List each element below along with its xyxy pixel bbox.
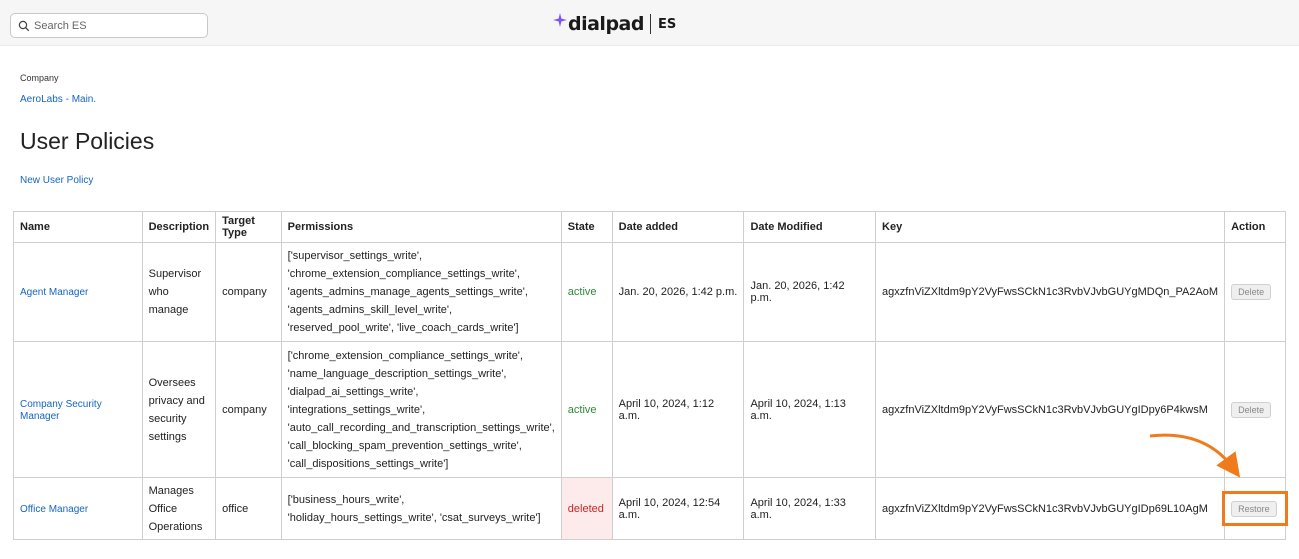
- company-label: Company: [20, 73, 59, 83]
- key-cell: agxzfnViZXltdm9pY2VyFwsSCkN1c3RvbVJvbGUY…: [875, 477, 1226, 540]
- permission-line: 'reserved_pool_write', 'live_coach_cards…: [287, 322, 519, 334]
- delete-button[interactable]: Delete: [1231, 401, 1272, 418]
- target-type-cell: office: [215, 477, 282, 540]
- permission-line: ['chrome_extension_compliance_settings_w…: [287, 349, 523, 362]
- permission-line: 'call_blocking_spam_prevention_settings_…: [287, 439, 522, 452]
- description-line: Manages: [148, 484, 194, 497]
- description-cell: Manages Office Operations: [141, 477, 217, 540]
- permission-line: 'dialpad_ai_settings_write',: [287, 385, 419, 398]
- new-user-policy-link[interactable]: New User Policy: [20, 175, 93, 186]
- user-policies-table: Name Description Target Type Permissions…: [13, 211, 1286, 540]
- header-action: Action: [1224, 211, 1286, 243]
- delete-button[interactable]: Delete: [1231, 284, 1272, 300]
- policy-name-link[interactable]: Company Security Manager: [20, 399, 102, 422]
- search-box[interactable]: [10, 13, 208, 38]
- target-type-cell: company: [215, 242, 282, 342]
- date-added-cell: Jan. 20, 2026, 1:42 p.m.: [611, 242, 745, 342]
- permission-line: 'chrome_extension_compliance_settings_wr…: [287, 268, 520, 280]
- permission-line: 'holiday_hours_settings_write', 'csat_su…: [287, 511, 541, 524]
- state-cell: active: [560, 242, 613, 342]
- description-line: security: [148, 412, 187, 425]
- name-cell: Office Manager: [13, 477, 143, 540]
- description-cell: Oversees privacy and security settings: [141, 341, 217, 478]
- header-date-modified: Date Modified: [743, 211, 877, 243]
- search-icon: [18, 20, 30, 31]
- permission-line: ['business_hours_write',: [287, 493, 405, 506]
- date-modified-cell: Jan. 20, 2026, 1:42 p.m.: [743, 242, 877, 342]
- table-row: Agent Manager Supervisor who manage comp…: [13, 242, 1286, 342]
- company-link[interactable]: AeroLabs - Main.: [20, 94, 96, 105]
- brand-wordmark: dialpad: [568, 13, 644, 35]
- permission-line: 'agents_admins_manage_agents_settings_wr…: [287, 286, 528, 298]
- header-date-added: Date added: [611, 211, 745, 243]
- action-cell: Delete: [1224, 242, 1286, 342]
- table-header-row: Name Description Target Type Permissions…: [13, 211, 1286, 243]
- date-added-cell: April 10, 2024, 12:54 a.m.: [611, 477, 745, 540]
- permission-line: 'agents_admins_skill_level_write',: [287, 304, 453, 316]
- description-line: settings: [148, 430, 187, 443]
- permission-line: ['supervisor_settings_write',: [287, 250, 423, 262]
- description-line: Oversees: [148, 376, 196, 389]
- permission-line: 'auto_call_recording_and_transcription_s…: [287, 421, 555, 434]
- header-permissions: Permissions: [280, 211, 562, 243]
- description-line: manage: [148, 304, 189, 316]
- permissions-cell: ['supervisor_settings_write', 'chrome_ex…: [280, 242, 562, 342]
- header-description: Description: [141, 211, 217, 243]
- sparkle-icon: [553, 13, 567, 27]
- description-line: Operations: [148, 520, 203, 533]
- description-line: privacy and: [148, 394, 205, 407]
- description-line: who: [148, 286, 169, 298]
- state-cell: active: [560, 341, 613, 478]
- date-modified-cell: April 10, 2024, 1:13 a.m.: [743, 341, 877, 478]
- permissions-cell: ['chrome_extension_compliance_settings_w…: [280, 341, 562, 478]
- date-modified-cell: April 10, 2024, 1:33 a.m.: [743, 477, 877, 540]
- annotation-arrow: [1149, 433, 1241, 478]
- permission-line: 'integrations_settings_write',: [287, 403, 426, 416]
- date-added-cell: April 10, 2024, 1:12 a.m.: [611, 341, 745, 478]
- page-title: User Policies: [20, 128, 155, 154]
- name-cell: Agent Manager: [13, 242, 143, 342]
- annotation-highlight-box: [1222, 491, 1288, 526]
- table-row: Company Security Manager Oversees privac…: [13, 341, 1286, 478]
- brand-divider: [649, 14, 651, 34]
- permission-line: 'name_language_description_settings_writ…: [287, 367, 507, 380]
- description-cell: Supervisor who manage: [141, 242, 217, 342]
- table-row: Office Manager Manages Office Operations…: [13, 477, 1286, 540]
- header-key: Key: [875, 211, 1226, 243]
- header-target-type: Target Type: [215, 211, 282, 243]
- policy-name-link[interactable]: Agent Manager: [20, 287, 88, 298]
- name-cell: Company Security Manager: [13, 341, 143, 478]
- search-input[interactable]: [34, 19, 204, 32]
- state-cell: deleted: [560, 477, 613, 540]
- header-state: State: [560, 211, 613, 243]
- permission-line: 'call_dispositions_settings_write']: [287, 457, 449, 470]
- policy-name-link[interactable]: Office Manager: [20, 504, 88, 515]
- header-name: Name: [13, 211, 143, 243]
- brand-suffix: ES: [657, 16, 677, 32]
- target-type-cell: company: [215, 341, 282, 478]
- description-line: Office: [148, 502, 178, 515]
- top-bar: dialpad ES: [0, 0, 1299, 46]
- brand-logo: dialpad ES: [553, 10, 676, 38]
- permissions-cell: ['business_hours_write', 'holiday_hours_…: [280, 477, 562, 540]
- description-line: Supervisor: [148, 268, 202, 280]
- key-cell: agxzfnViZXltdm9pY2VyFwsSCkN1c3RvbVJvbGUY…: [875, 242, 1226, 342]
